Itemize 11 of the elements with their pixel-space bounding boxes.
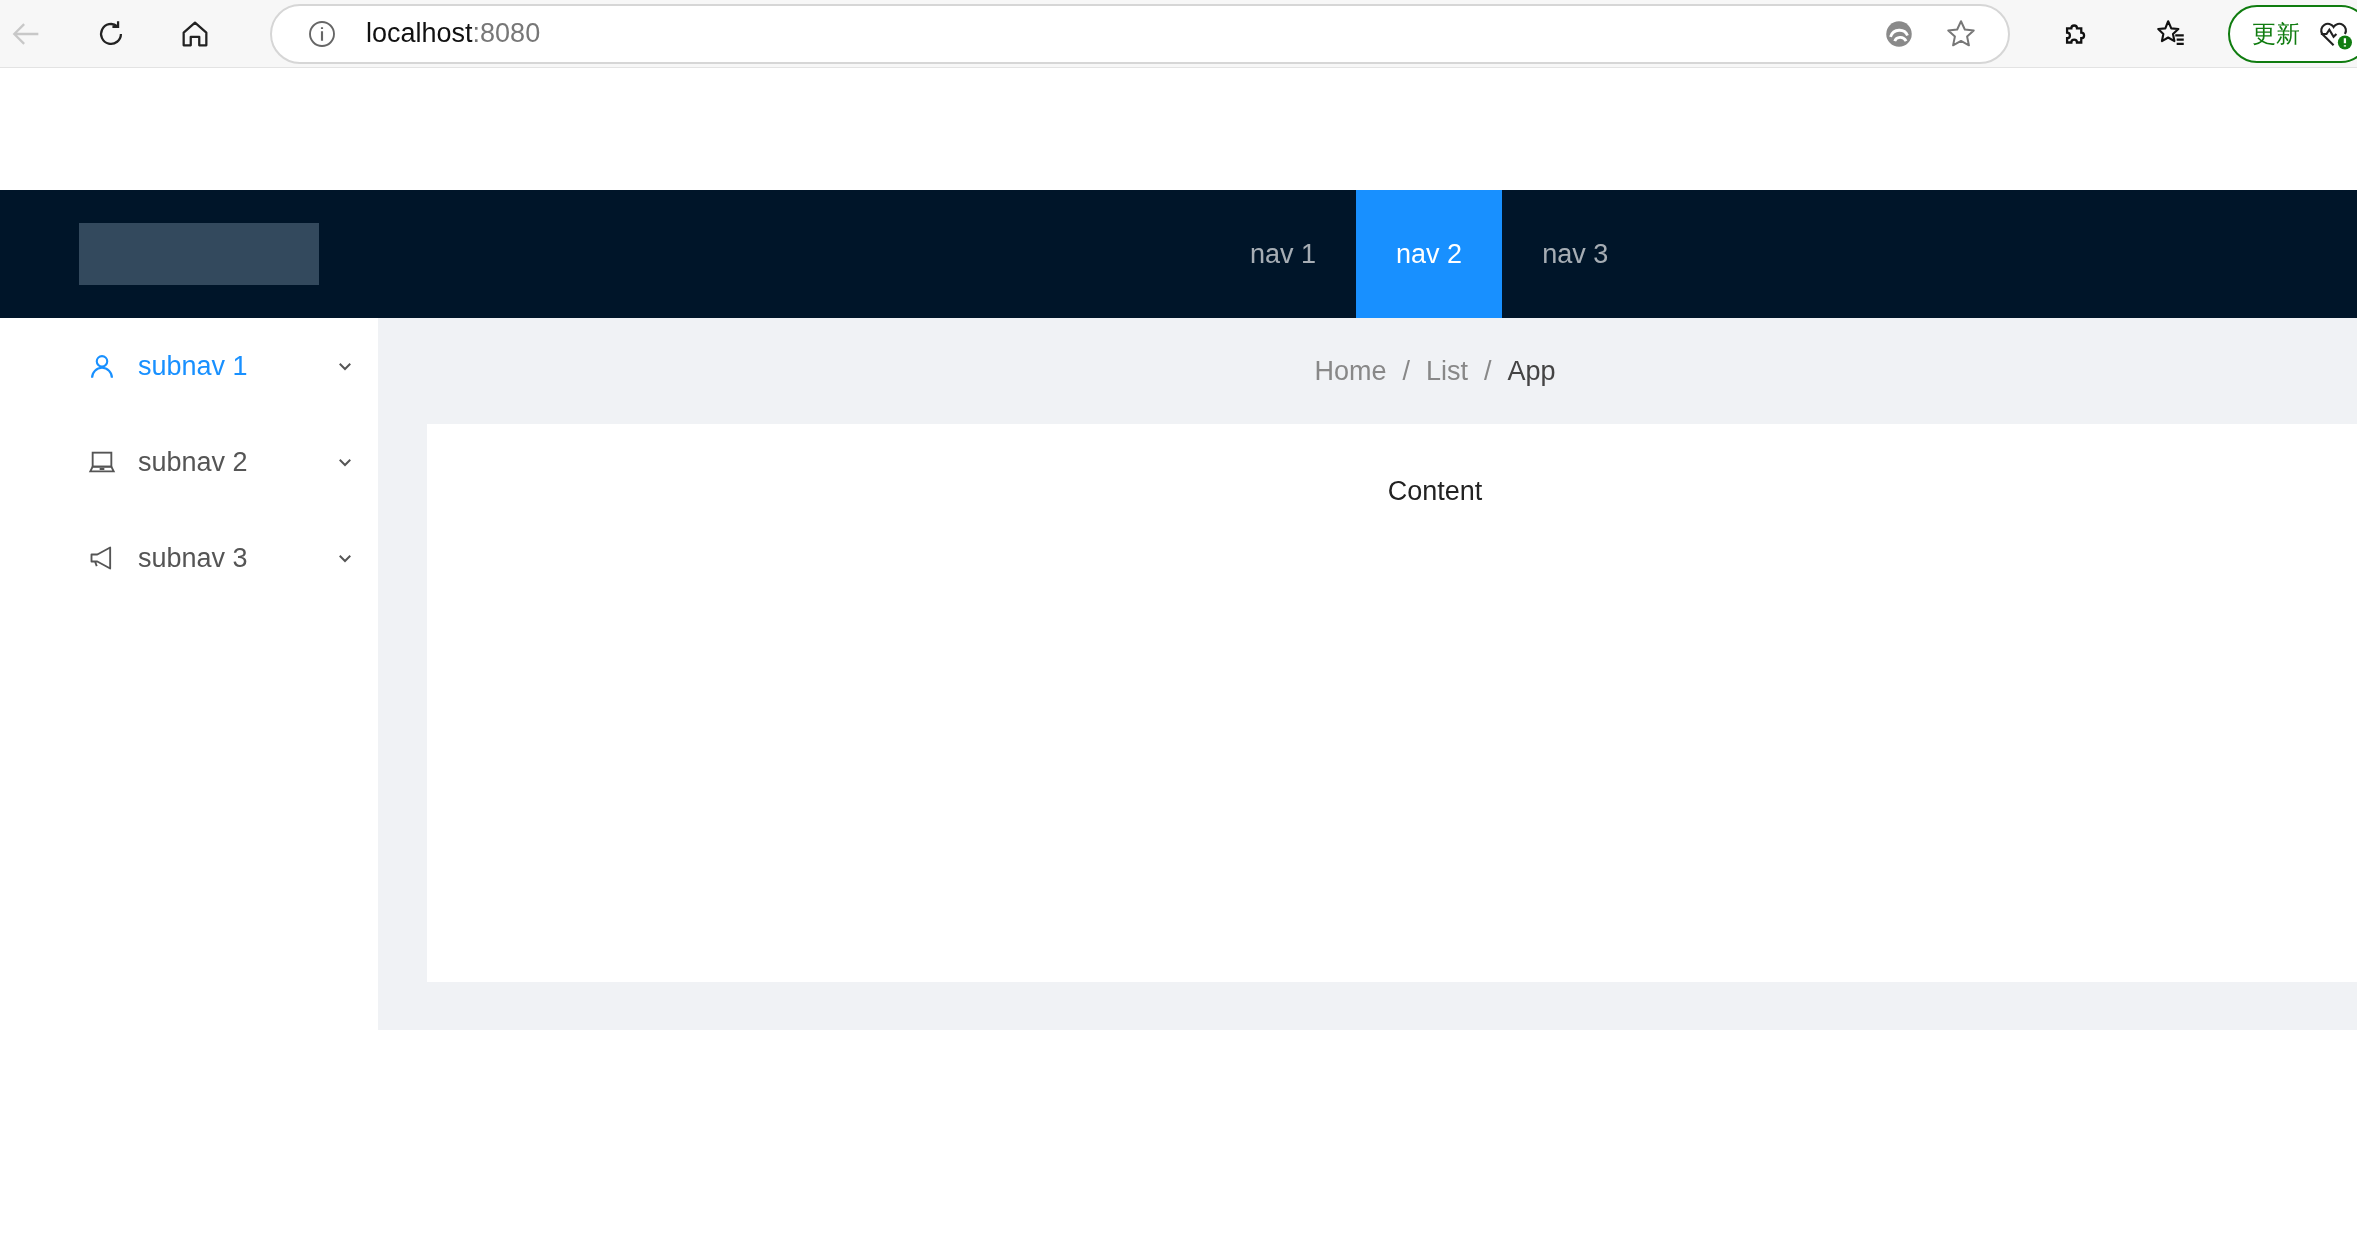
nav-item[interactable]: nav 1: [1210, 190, 1357, 318]
update-button[interactable]: 更新: [2228, 4, 2357, 63]
submenu-item[interactable]: subnav 3: [0, 523, 378, 593]
breadcrumb-separator: /: [1402, 355, 1410, 387]
breadcrumb-item[interactable]: App: [1507, 355, 1556, 387]
url-text: localhost:8080: [366, 18, 541, 49]
breadcrumb-separator: /: [1484, 355, 1492, 387]
nav-item[interactable]: nav 3: [1502, 190, 1649, 318]
submenu-item[interactable]: subnav 2: [0, 427, 378, 497]
address-bar[interactable]: localhost:8080: [270, 3, 2010, 64]
content-text: Content: [1387, 476, 1483, 508]
